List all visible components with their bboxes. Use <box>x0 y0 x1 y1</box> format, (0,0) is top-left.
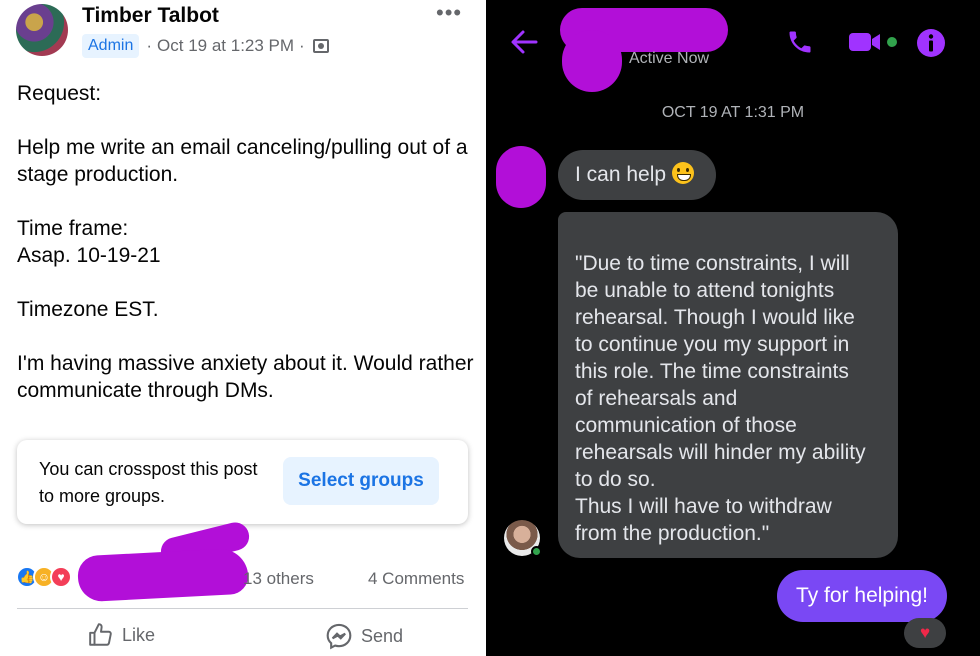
facebook-post-panel: Timber Talbot Admin · Oct 19 at 1:23 PM … <box>0 0 486 656</box>
phone-icon[interactable] <box>786 28 814 56</box>
admin-badge: Admin <box>82 34 140 58</box>
time-frame-label: Time frame: <box>17 217 129 240</box>
crosspost-text: You can crosspost this post to more grou… <box>39 459 258 506</box>
group-audience-icon <box>312 39 329 53</box>
request-text: Help me write an email canceling/pulling… <box>17 136 468 186</box>
messenger-panel: Active Now OCT 19 AT 1:31 PM I can help … <box>486 0 980 656</box>
send-label: Send <box>361 625 404 646</box>
message-line: rehearsal. Though I would like <box>575 306 855 329</box>
redaction-mark <box>76 547 250 603</box>
message-line: communication of those <box>575 414 797 437</box>
back-arrow-icon[interactable] <box>510 29 538 55</box>
online-status-icon <box>531 546 542 557</box>
timezone-text: Timezone EST. <box>17 298 159 321</box>
like-label: Like <box>122 624 156 645</box>
time-frame-value: Asap. 10-19-21 <box>17 244 161 267</box>
message-line: of rehearsals and <box>575 387 738 410</box>
message-line: to do so. <box>575 468 656 491</box>
request-label: Request: <box>17 82 102 105</box>
post-body: Request: Help me write an email cancelin… <box>17 80 477 431</box>
send-button[interactable]: Send <box>325 622 403 650</box>
select-groups-button[interactable]: Select groups <box>283 457 439 505</box>
message-text: I can help <box>575 163 667 186</box>
post-timestamp[interactable]: Oct 19 at 1:23 PM <box>157 36 294 56</box>
contact-avatar-redaction <box>562 30 622 92</box>
message-line: "Due to time constraints, I will <box>575 252 850 275</box>
comments-count[interactable]: 4 Comments <box>368 569 464 589</box>
thumbs-up-icon <box>89 623 112 646</box>
love-reaction-icon: ♥ <box>50 566 72 588</box>
message-line: rehearsals will hinder my ability <box>575 441 866 464</box>
info-icon[interactable] <box>916 28 946 58</box>
crosspost-card: You can crosspost this post to more grou… <box>17 440 468 524</box>
anxiety-text: I'm having massive anxiety about it. Wou… <box>17 352 474 402</box>
post-meta: Admin · Oct 19 at 1:23 PM · <box>82 34 329 58</box>
meta-separator: · <box>146 36 153 55</box>
message-line: this role. The time constraints <box>575 360 849 383</box>
message-bubble[interactable]: "Due to time constraints, I will be unab… <box>558 212 898 558</box>
grinning-face-icon <box>672 162 695 184</box>
time-frame: Time frame: Asap. 10-19-21 <box>17 215 477 269</box>
message-line: Thus I will have to withdraw <box>575 495 832 518</box>
chat-timestamp: OCT 19 AT 1:31 PM <box>661 104 805 121</box>
heart-reaction-icon[interactable]: ♥ <box>904 618 946 648</box>
reaction-icons[interactable]: 👍 ☺ ♥ <box>16 566 72 588</box>
message-bubble[interactable]: I can help <box>558 150 716 200</box>
more-options-icon[interactable]: ••• <box>436 0 462 26</box>
author-avatar[interactable] <box>16 4 68 56</box>
messenger-icon <box>326 623 352 650</box>
video-icon[interactable] <box>848 28 898 56</box>
active-status: Active Now <box>629 50 710 67</box>
message-line: be unable to attend tonights <box>575 279 835 302</box>
divider <box>17 608 468 609</box>
my-message-bubble[interactable]: Ty for helping! <box>777 570 947 622</box>
sender-avatar-redaction <box>496 146 546 208</box>
reactions-count[interactable]: 13 others <box>243 569 314 589</box>
message-line: to continue you my support in <box>575 333 850 356</box>
author-name[interactable]: Timber Talbot <box>82 4 219 28</box>
message-line: from the production." <box>575 522 770 545</box>
meta-separator: · <box>299 36 305 55</box>
like-button[interactable]: Like <box>88 622 155 648</box>
